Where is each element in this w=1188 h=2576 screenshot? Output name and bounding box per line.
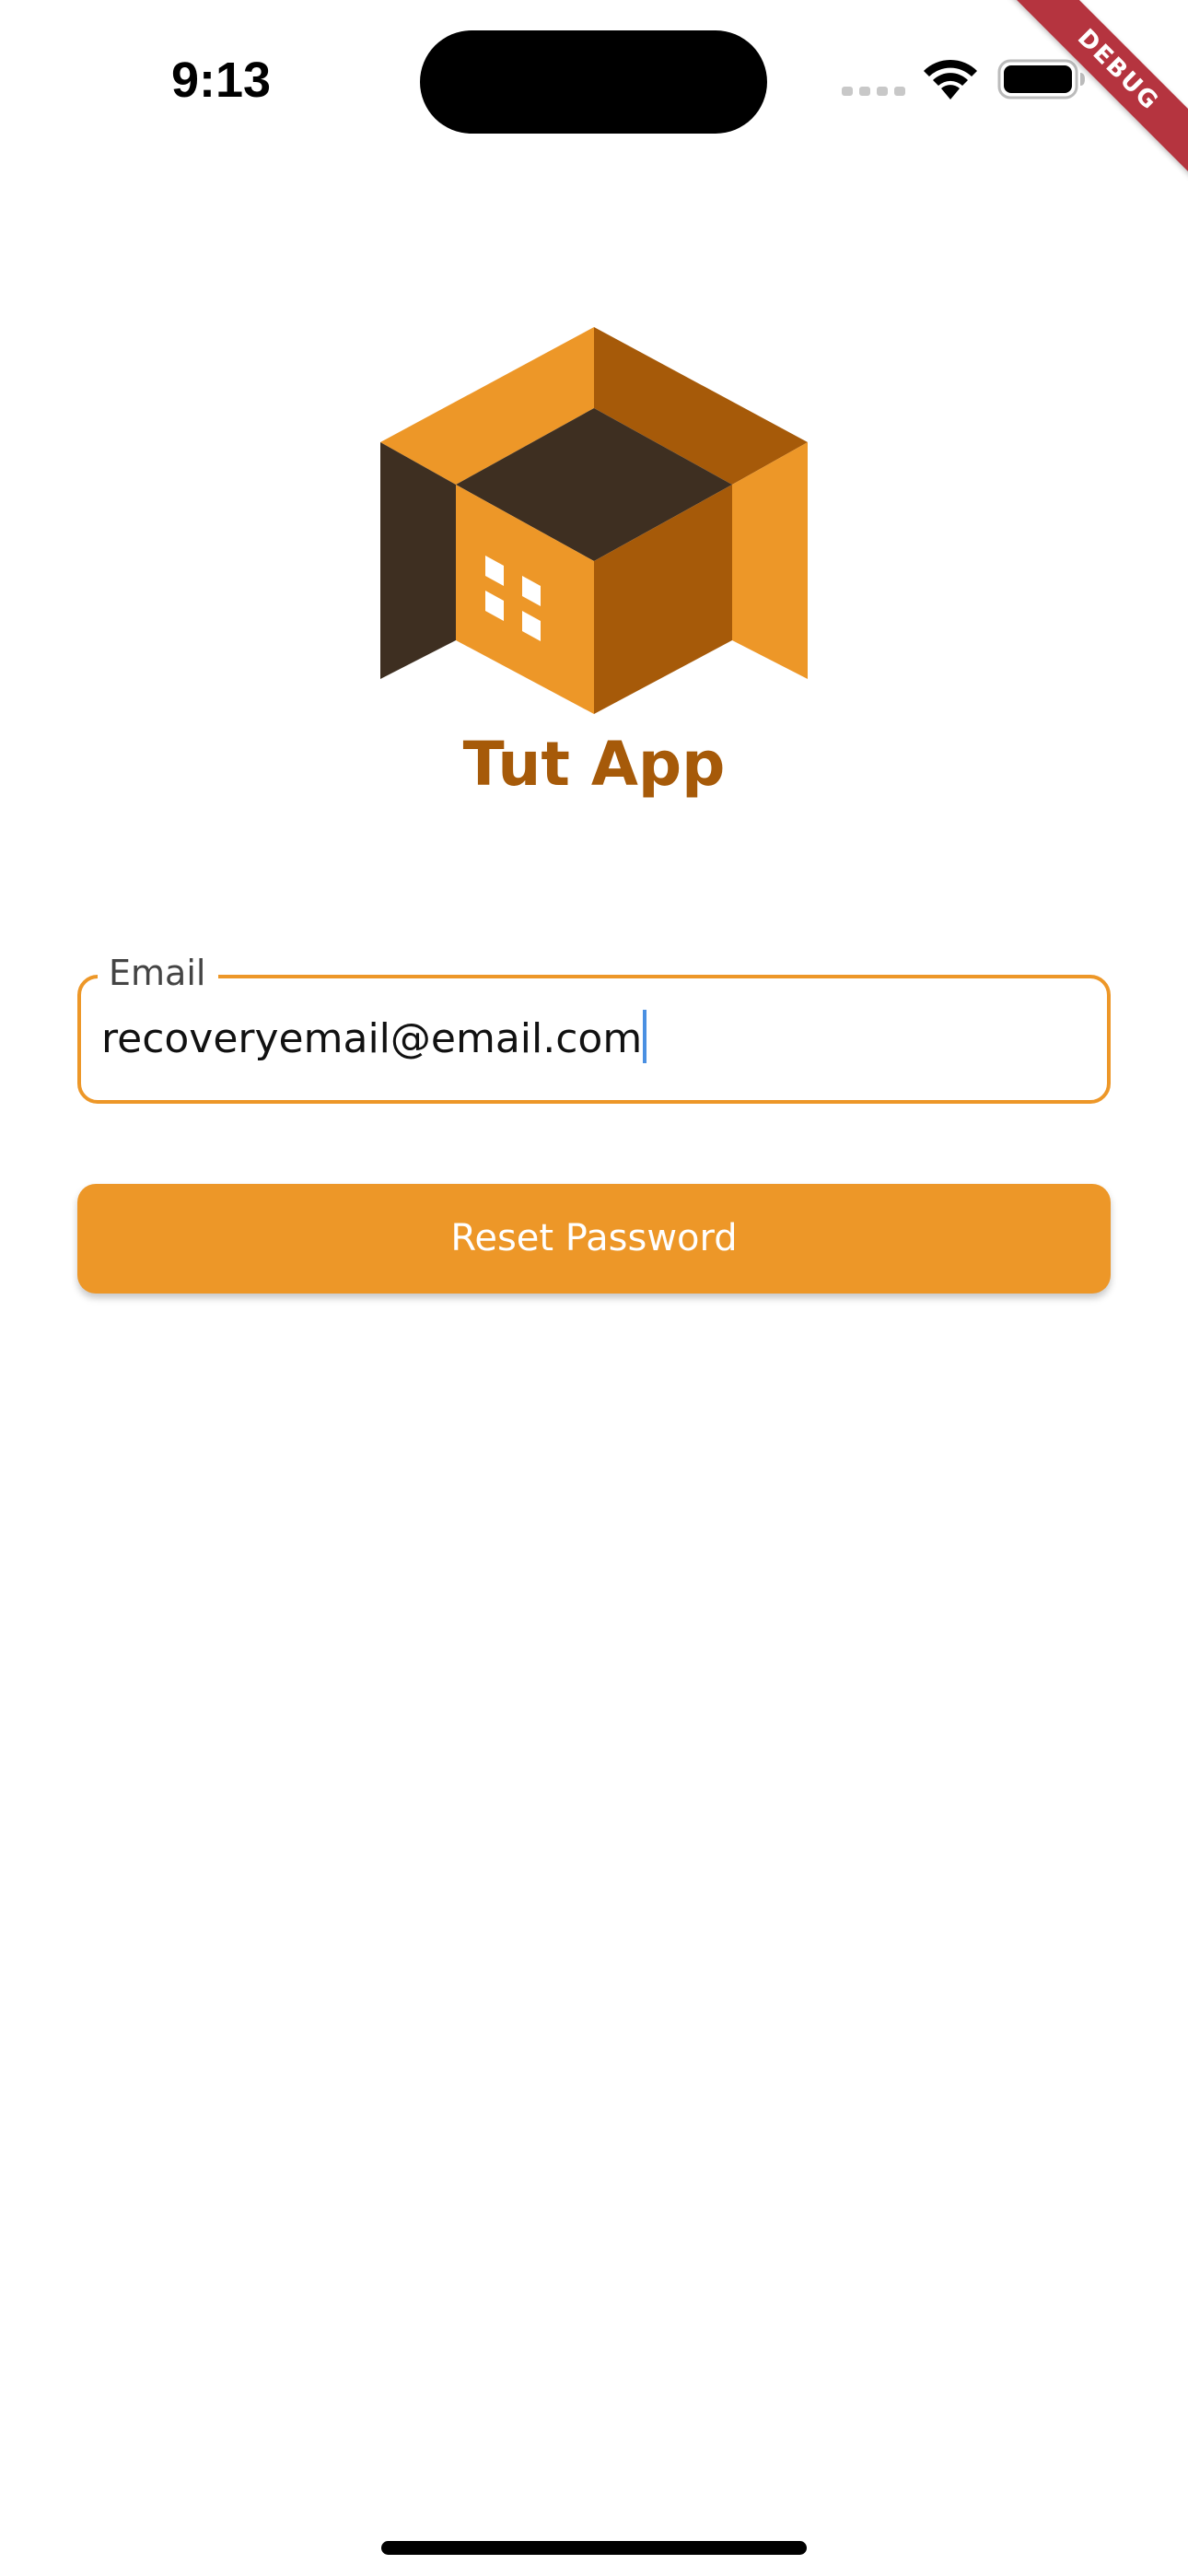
email-input[interactable]: recoveryemail@email.com [101, 1010, 647, 1068]
email-input-value: recoveryemail@email.com [101, 1015, 643, 1062]
text-caret [643, 1010, 647, 1063]
battery-icon [997, 59, 1085, 100]
status-time: 9:13 [171, 53, 272, 108]
wifi-icon [924, 59, 977, 100]
house-cube-logo-icon [380, 327, 808, 714]
forgot-password-screen: 9:13 DEBUG Tut App Email recoveryemail@e… [0, 0, 1188, 2576]
app-name: Tut App [462, 729, 726, 800]
home-indicator[interactable] [381, 2541, 807, 2555]
email-field[interactable]: Email recoveryemail@email.com [77, 949, 1111, 1104]
email-field-label: Email [98, 949, 219, 997]
reset-password-button[interactable]: Reset Password [77, 1184, 1111, 1294]
dynamic-island [420, 30, 767, 134]
cellular-signal-icon [842, 87, 905, 96]
